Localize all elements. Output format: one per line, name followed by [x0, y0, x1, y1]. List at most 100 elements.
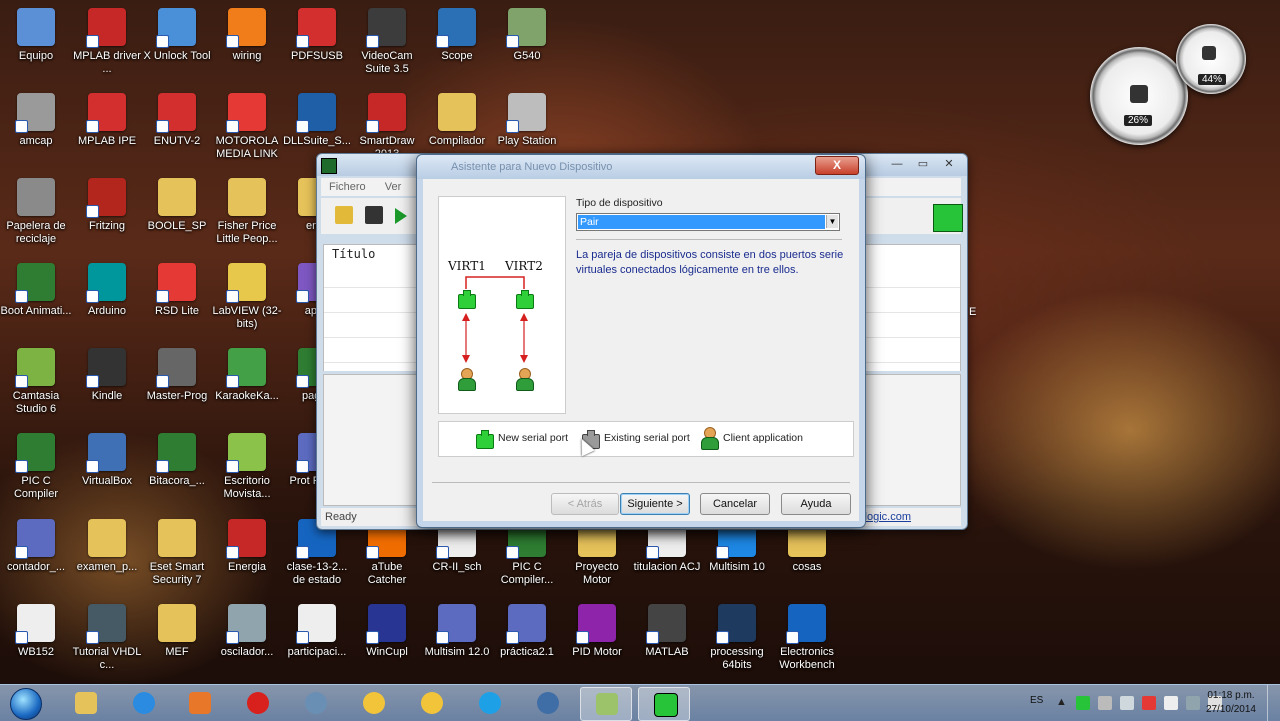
next-button[interactable]: Siguiente >	[620, 493, 690, 515]
taskbar-thunderbird[interactable]	[522, 687, 572, 719]
desktop-icon[interactable]: Escritorio Movista...	[211, 433, 283, 501]
desktop-icon[interactable]: examen_p...	[71, 519, 143, 574]
dialog-close-button[interactable]: X	[815, 156, 859, 175]
tray-flag-icon[interactable]	[1142, 696, 1156, 710]
desktop-icon[interactable]: Fisher Price Little Peop...	[211, 178, 283, 246]
tray-device-icon[interactable]	[1098, 696, 1112, 710]
desktop-icon[interactable]: Tutorial VHDL c...	[71, 604, 143, 672]
desktop-icon[interactable]: Eset Smart Security 7	[141, 519, 213, 587]
back-button[interactable]: < Atrás	[551, 493, 619, 515]
desktop-icon[interactable]: KaraokeKa...	[211, 348, 283, 403]
desktop-icon[interactable]: contador_...	[0, 519, 72, 574]
desktop-icon[interactable]: Kindle	[71, 348, 143, 403]
desktop-icon[interactable]: Bitacora_...	[141, 433, 213, 488]
desktop-icon[interactable]: Scope	[421, 8, 493, 63]
desktop-icon-label: Camtasia Studio 6	[12, 390, 60, 415]
desktop-icon[interactable]: Electronics Workbench	[771, 604, 843, 672]
menu-ver[interactable]: Ver	[377, 178, 410, 196]
tray-battery-icon[interactable]	[1164, 696, 1178, 710]
column-title[interactable]: Título	[332, 247, 375, 261]
app-icon	[15, 348, 55, 388]
desktop-icon[interactable]: WinCupl	[351, 604, 423, 659]
desktop-icon-label: contador_...	[6, 561, 66, 573]
desktop-icon[interactable]: Energia	[211, 519, 283, 574]
desktop-icon[interactable]: X Unlock Tool	[141, 8, 213, 63]
save-icon[interactable]	[365, 206, 383, 224]
legend-client-app: Client application	[723, 432, 803, 444]
desktop-icon-label: Fisher Price Little Peop...	[216, 220, 278, 245]
tray-vspd-icon[interactable]	[1076, 696, 1090, 710]
taskbar-explorer[interactable]	[60, 687, 110, 719]
thunderbird-icon	[537, 692, 559, 714]
desktop-icon[interactable]: Master-Prog	[141, 348, 213, 403]
taskbar-messenger-2[interactable]	[406, 687, 456, 719]
minimize-icon[interactable]: —	[885, 156, 909, 172]
desktop-icon[interactable]: BOOLE_SP	[141, 178, 213, 233]
taskbar-ie[interactable]	[118, 687, 168, 719]
open-folder-icon[interactable]	[335, 206, 353, 224]
run-icon[interactable]	[395, 208, 407, 224]
desktop-icon-label: Multisim 10	[709, 561, 765, 573]
desktop-icon[interactable]: MOTOROLA MEDIA LINK	[211, 93, 283, 161]
cpu-gauge-gadget[interactable]: 26%	[1090, 47, 1188, 145]
desktop-icon[interactable]: PID Motor	[561, 604, 633, 659]
language-indicator[interactable]: ES	[1030, 695, 1043, 706]
desktop-icon[interactable]: práctica2.1	[491, 604, 563, 659]
show-desktop-button[interactable]	[1267, 685, 1280, 721]
desktop-icon[interactable]: Camtasia Studio 6	[0, 348, 72, 416]
help-button[interactable]: Ayuda	[781, 493, 851, 515]
desktop-icon[interactable]: RSD Lite	[141, 263, 213, 318]
desktop-icon[interactable]: VideoCam Suite 3.5	[351, 8, 423, 76]
memory-gauge-gadget[interactable]: 44%	[1176, 24, 1246, 94]
desktop-icon[interactable]: MEF	[141, 604, 213, 659]
desktop-icon[interactable]: PDFSUSB	[281, 8, 353, 63]
taskbar-vspd[interactable]	[638, 687, 690, 721]
taskbar-chrome[interactable]	[290, 687, 340, 719]
desktop-icon[interactable]: ENUTV-2	[141, 93, 213, 148]
chevron-down-icon[interactable]: ▼	[826, 215, 838, 228]
desktop-icon[interactable]: wiring	[211, 8, 283, 63]
desktop-icon[interactable]: G540	[491, 8, 563, 63]
taskbar-media[interactable]	[174, 687, 224, 719]
taskbar-opera[interactable]	[232, 687, 282, 719]
desktop-icon[interactable]: Fritzing	[71, 178, 143, 233]
taskbar-skype[interactable]	[464, 687, 514, 719]
desktop-icon[interactable]: Play Station	[491, 93, 563, 148]
desktop-icon[interactable]: amcap	[0, 93, 72, 148]
desktop-icon[interactable]: MPLAB driver ...	[71, 8, 143, 76]
desktop-icon[interactable]: VirtualBox	[71, 433, 143, 488]
serial-card-icon[interactable]	[933, 204, 963, 232]
desktop-icon[interactable]: participaci...	[281, 604, 353, 659]
desktop-icon[interactable]: SmartDraw 2013	[351, 93, 423, 161]
desktop-icon-label: RSD Lite	[154, 305, 200, 317]
tray-wifi-icon[interactable]	[1186, 696, 1200, 710]
desktop-icon[interactable]: MPLAB IPE	[71, 93, 143, 148]
clock[interactable]: 01:18 p.m. 27/10/2014	[1206, 689, 1256, 717]
menu-fichero[interactable]: Fichero	[321, 178, 374, 196]
maximize-icon[interactable]: ▭	[911, 156, 935, 172]
desktop-icon[interactable]: oscilador...	[211, 604, 283, 659]
dialog-titlebar[interactable]: Asistente para Nuevo Dispositivo X	[417, 155, 865, 179]
desktop-icon[interactable]: Compilador	[421, 93, 493, 148]
desktop-icon[interactable]: LabVIEW (32-bits)	[211, 263, 283, 331]
desktop-icon[interactable]: PIC C Compiler	[0, 433, 72, 501]
desktop-icon[interactable]: Papelera de reciclaje	[0, 178, 72, 246]
desktop-icon[interactable]: Multisim 12.0	[421, 604, 493, 659]
tray-network-icon[interactable]	[1120, 696, 1134, 710]
desktop-icon[interactable]: WB152	[0, 604, 72, 659]
close-icon[interactable]: ✕	[937, 156, 961, 172]
desktop-icon[interactable]: Arduino	[71, 263, 143, 318]
tray-arrow-icon[interactable]: ▲	[1056, 696, 1070, 710]
desktop-icon[interactable]: DLLSuite_S...	[281, 93, 353, 148]
taskbar-camtasia[interactable]	[580, 687, 632, 721]
start-button[interactable]	[4, 685, 44, 721]
desktop-icon[interactable]: Equipo	[0, 8, 72, 63]
app-icon	[86, 93, 126, 133]
new-device-dialog[interactable]: Asistente para Nuevo Dispositivo X VIRT1…	[416, 154, 866, 528]
desktop-icon[interactable]: Boot Animati...	[0, 263, 72, 318]
desktop-icon[interactable]: MATLAB	[631, 604, 703, 659]
desktop-icon[interactable]: processing 64bits	[701, 604, 773, 672]
taskbar-messenger[interactable]	[348, 687, 398, 719]
cancel-button[interactable]: Cancelar	[700, 493, 770, 515]
device-type-select[interactable]: Pair ▼	[576, 213, 840, 231]
